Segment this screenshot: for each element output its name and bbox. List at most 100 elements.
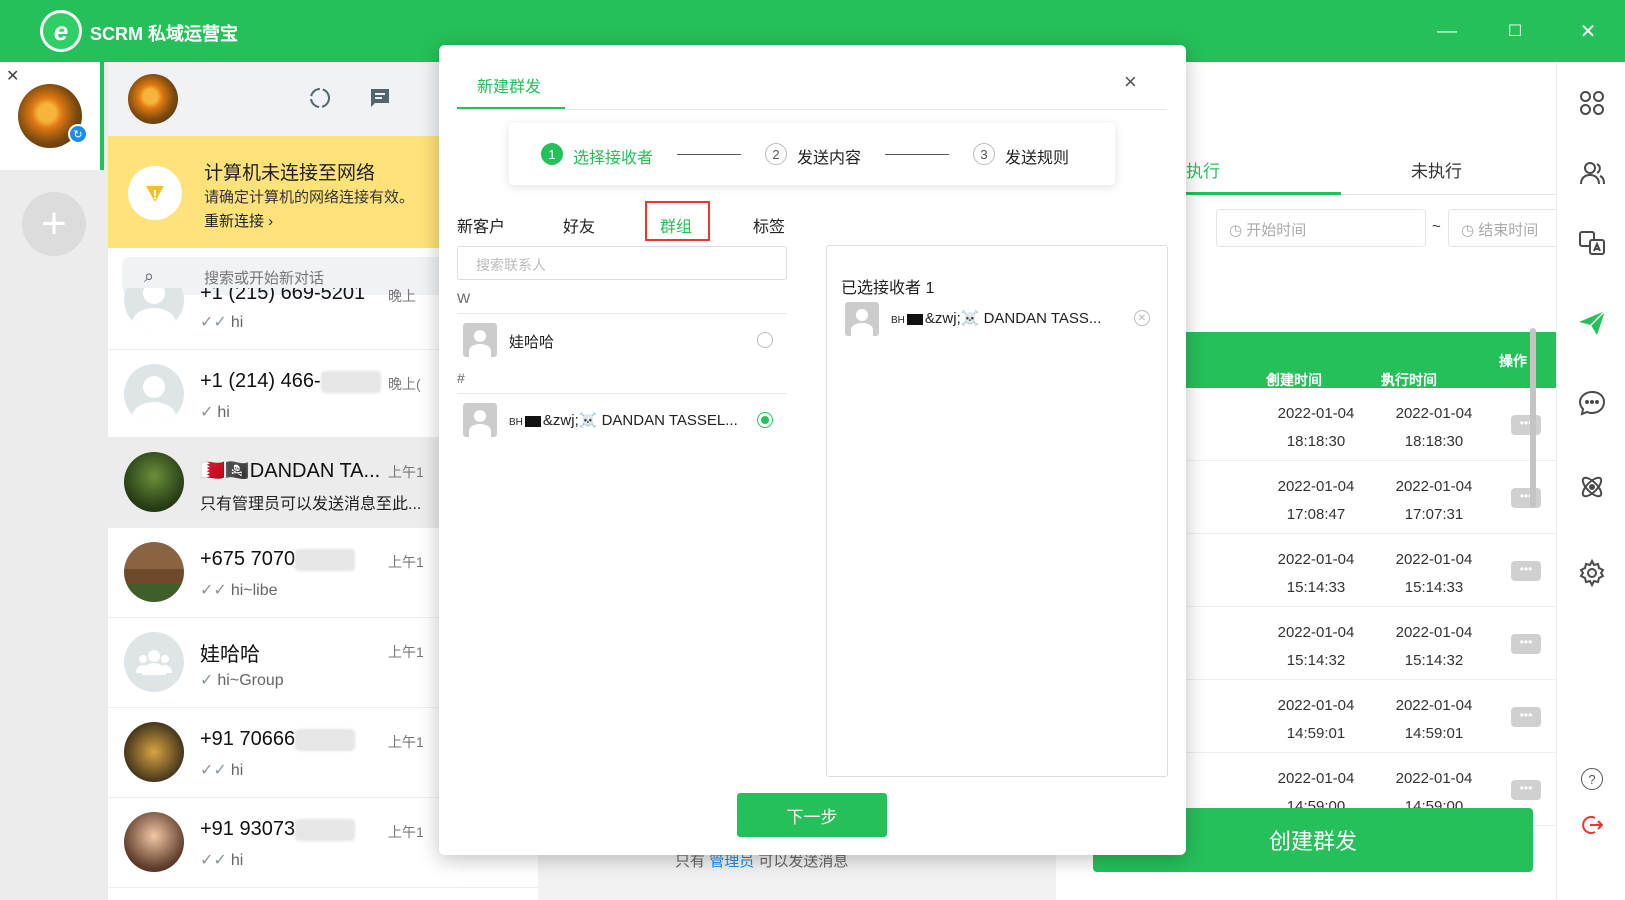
chat-preview-text: hi [230, 762, 244, 779]
chat-preview: ✓✓ hi [200, 760, 243, 780]
atom-icon[interactable] [1575, 470, 1609, 504]
dialog-tab-indicator [457, 107, 565, 109]
chat-name: +91 93073 [200, 818, 356, 841]
chat-preview-text: hi [230, 314, 244, 331]
contacts-icon[interactable] [1575, 156, 1609, 190]
tab-not-executed[interactable]: 未执行 [1411, 157, 1462, 182]
chat-name-text: +91 70666 [200, 728, 296, 750]
maximize-button[interactable]: ☐ [1500, 18, 1530, 44]
apps-grid-icon[interactable] [1575, 86, 1609, 120]
more-actions-button[interactable]: ••• [1511, 561, 1541, 581]
row-created: 2022-01-04 14:59:01 [1266, 692, 1366, 748]
category-groups[interactable]: 群组 [660, 213, 692, 237]
row-created-date: 2022-01-04 [1277, 478, 1355, 495]
alert-title: 计算机未连接至网络 [204, 163, 376, 184]
chat-time: 晚上 [388, 288, 416, 304]
step-3-label: 发送规则 [1005, 150, 1070, 167]
chat-preview: 只有管理员可以发送消息至此... [200, 496, 422, 513]
start-date-input[interactable]: ◷ 开始时间 [1216, 209, 1426, 247]
read-check-icon: ✓✓ [200, 762, 227, 779]
recipient-name-text: &zwj;☠️ DANDAN TASS... [924, 310, 1102, 327]
group-avatar-icon [463, 403, 497, 437]
category-new-customers[interactable]: 新客户 [457, 213, 505, 237]
row-created: 2022-01-04 15:14:33 [1266, 546, 1366, 602]
new-chat-icon[interactable] [366, 84, 394, 112]
logo-letter: e [53, 15, 69, 46]
blurred-number [295, 728, 356, 751]
table-row: 939 2022-01-0417:08:47 2022-01-0417:07:3… [1116, 461, 1594, 534]
blurred-number [320, 370, 381, 393]
category-tags[interactable]: 标签 [753, 213, 785, 237]
contact-search-input[interactable]: 搜索联系人 [457, 246, 787, 280]
row-exec-date: 2022-01-04 [1395, 405, 1473, 422]
row-exec-time: 17:07:31 [1404, 506, 1464, 523]
group-list-item[interactable]: 娃哈哈 [457, 317, 787, 361]
dialog-tab[interactable]: 新建群发 [477, 73, 541, 97]
step-connector [677, 154, 741, 155]
group-name-text: &zwj;☠️ DANDAN TASSEL... [542, 412, 738, 429]
account-strip: ✕ ↻ + [0, 62, 108, 900]
more-actions-button[interactable]: ••• [1511, 780, 1541, 800]
logout-icon[interactable] [1581, 814, 1603, 836]
search-icon: ⌕ [144, 266, 155, 286]
step-2-number: 2 [765, 143, 787, 165]
chat-bubble-icon[interactable] [1575, 386, 1609, 420]
row-executed: 2022-01-04 15:14:33 [1384, 546, 1484, 602]
clock-icon: ◷ [1461, 222, 1479, 239]
translate-icon[interactable] [1575, 226, 1609, 260]
more-actions-button[interactable]: ••• [1511, 415, 1541, 435]
selected-recipient: BH &zwj;☠️ DANDAN TASS... ✕ [841, 298, 1157, 338]
flag-block-icon [906, 313, 923, 325]
my-avatar[interactable] [128, 74, 178, 124]
row-created-time: 14:59:01 [1286, 725, 1346, 742]
reconnect-link[interactable]: 重新连接 › [204, 210, 273, 231]
tab-executed[interactable]: 执行 [1186, 157, 1220, 182]
table-header: p 创建时间 ⇕ 执行时间 ⇕ 操作 [1116, 332, 1594, 388]
help-icon[interactable]: ? [1581, 768, 1603, 790]
sort-icon: ⇕ [1266, 370, 1278, 386]
next-step-button[interactable]: 下一步 [737, 793, 887, 837]
table-row: 939 2022-01-0414:59:01 2022-01-0414:59:0… [1116, 680, 1594, 753]
group-radio[interactable] [757, 332, 773, 348]
row-created-date: 2022-01-04 [1277, 551, 1355, 568]
chat-preview-text: hi [217, 404, 230, 421]
remove-recipient-icon[interactable]: ✕ [1134, 310, 1150, 326]
chat-preview: ✓✓ hi [200, 850, 243, 870]
row-exec-date: 2022-01-04 [1395, 551, 1473, 568]
chat-name: +1 (214) 466- [200, 370, 381, 393]
contact-avatar [124, 364, 184, 424]
more-actions-button[interactable]: ••• [1511, 488, 1541, 508]
close-button[interactable]: ✕ [1573, 18, 1603, 44]
category-friends[interactable]: 好友 [563, 213, 595, 237]
more-actions-button[interactable]: ••• [1511, 634, 1541, 654]
account-item-active[interactable]: ✕ ↻ [0, 62, 104, 170]
dialog-close-button[interactable]: × [1124, 69, 1137, 95]
read-check-icon: ✓✓ [200, 314, 227, 331]
group-radio-selected[interactable] [757, 412, 773, 428]
chat-search-placeholder: 搜索或开始新对话 [204, 270, 325, 287]
row-executed: 2022-01-04 15:14:32 [1384, 619, 1484, 675]
blurred-number [295, 818, 356, 841]
read-check-icon: ✓ [200, 672, 214, 689]
table-row: 593 2022-01-0418:18:30 2022-01-0418:18:3… [1116, 388, 1594, 461]
group-name: 娃哈哈 [509, 334, 555, 351]
step-3-number: 3 [973, 143, 995, 165]
minimize-button[interactable]: — [1432, 18, 1462, 44]
warning-icon [128, 166, 182, 220]
group-list-item[interactable]: BH &zwj;☠️ DANDAN TASSEL... [457, 397, 787, 441]
group-index-header: # [457, 370, 787, 394]
close-account-icon[interactable]: ✕ [6, 66, 19, 86]
chat-name: +1 (215) 669-5201 [200, 288, 366, 304]
add-account-button[interactable]: + [22, 192, 86, 256]
chat-preview-text: hi~libe [230, 582, 278, 599]
send-broadcast-icon[interactable] [1575, 306, 1609, 340]
chat-name-text: +91 93073 [200, 818, 296, 840]
chat-time: 晚上( [388, 376, 421, 392]
date-range-separator: ~ [1432, 218, 1441, 235]
refresh-icon[interactable] [306, 84, 334, 112]
group-index-header: W [457, 290, 787, 314]
settings-gear-icon[interactable] [1575, 556, 1609, 590]
table-scrollbar[interactable] [1530, 328, 1536, 508]
more-actions-button[interactable]: ••• [1511, 707, 1541, 727]
row-created: 2022-01-04 17:08:47 [1266, 473, 1366, 529]
